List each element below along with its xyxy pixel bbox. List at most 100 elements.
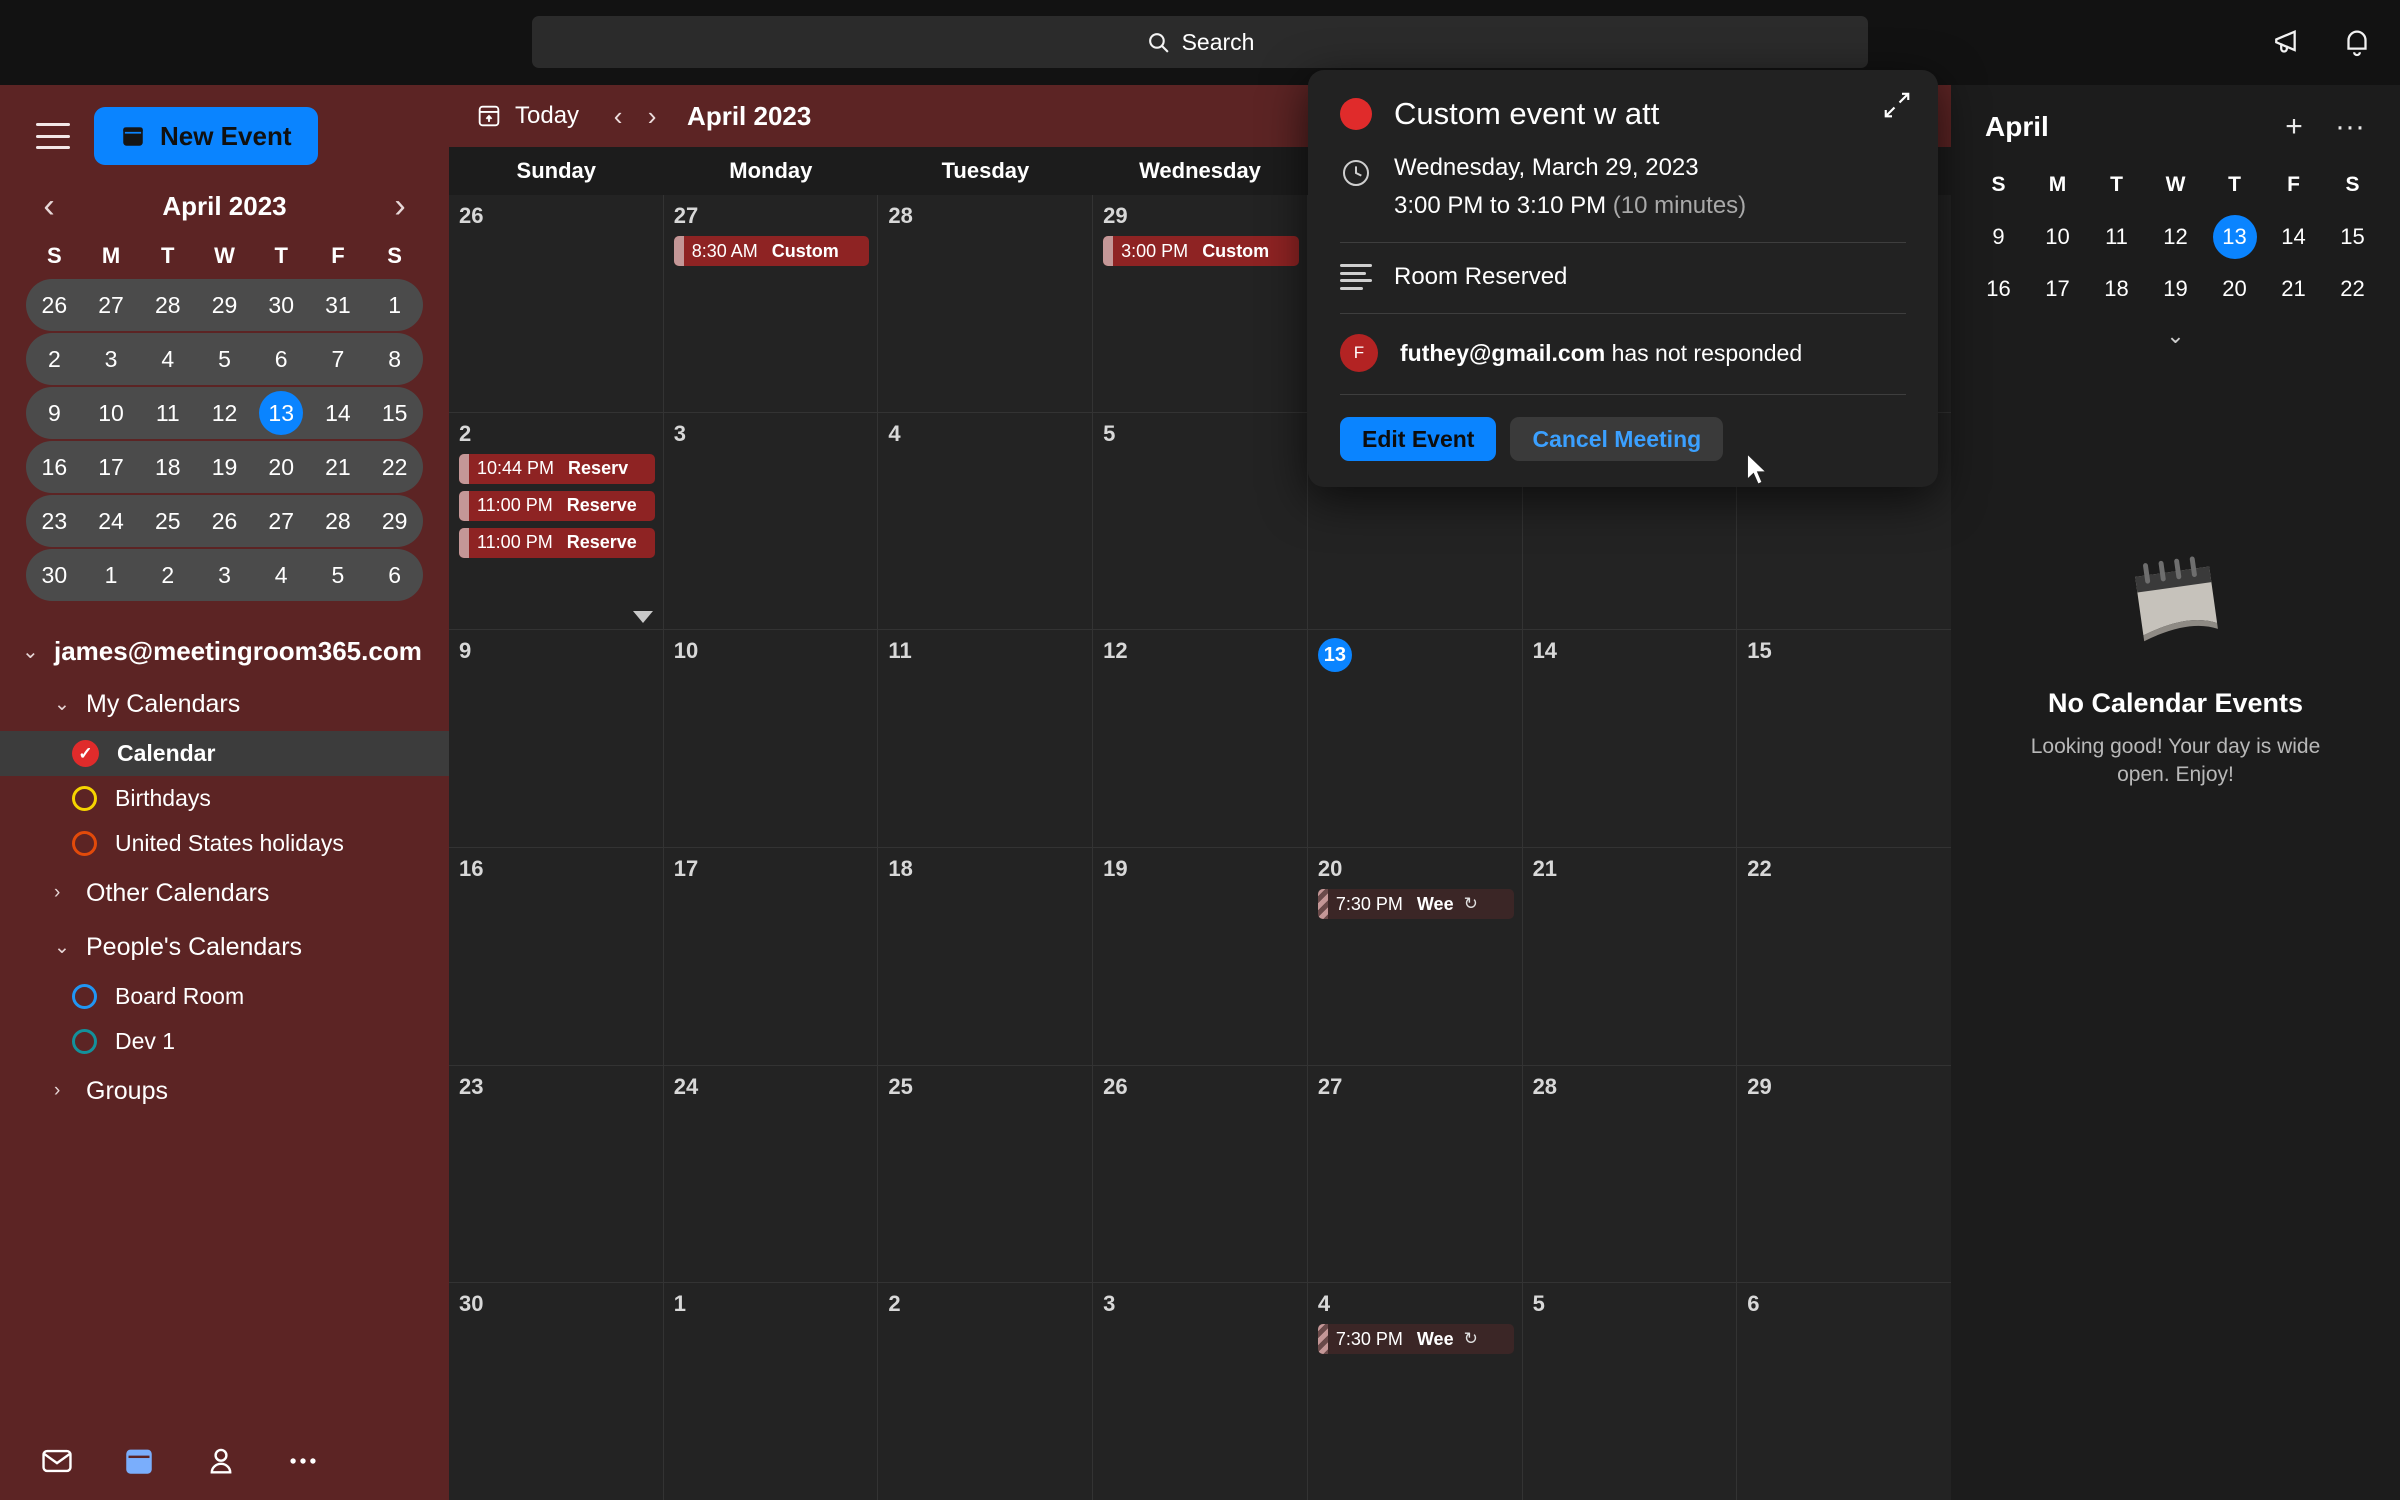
mini-day-cell[interactable]: 25 [139,495,196,547]
prev-month-button[interactable]: ‹ [605,101,631,132]
mini-day-cell[interactable]: 7 [310,333,367,385]
calendar-event[interactable]: 8:30 AM Custom [673,236,870,266]
mini-day-cell[interactable]: 31 [310,279,367,331]
mini-day-cell[interactable]: 28 [310,495,367,547]
day-cell[interactable]: 12 [1093,630,1307,847]
day-cell[interactable]: 22 [1737,848,1951,1065]
mini-day-cell[interactable]: 11 [139,387,196,439]
mini-day-cell[interactable]: 21 [310,441,367,493]
calendar-event[interactable]: 11:00 PM Reserve [459,490,655,521]
day-cell[interactable]: 17 [663,848,878,1065]
right-panel-day-cell[interactable]: 14 [2264,211,2323,263]
people-icon[interactable] [204,1444,238,1478]
day-cell[interactable]: 28 [1522,1065,1737,1283]
calendar-event[interactable]: 10:44 PM Reserv [459,453,655,484]
calendar-event[interactable]: 11:00 PM Reserve [459,527,655,558]
right-panel-day-cell[interactable]: 19 [2146,263,2205,315]
mini-day-cell[interactable]: 30 [26,549,83,601]
sidebar-item-calendar[interactable]: ✓ Calendar [0,731,449,776]
expand-calendar-button[interactable]: ⌄ [1951,323,2400,349]
right-panel-day-cell[interactable]: 15 [2323,211,2382,263]
day-cell[interactable]: 1 [663,1283,878,1500]
day-cell[interactable]: 13 [1307,630,1522,847]
today-button[interactable]: Today [475,102,579,130]
add-event-button[interactable]: + [2278,111,2310,143]
mini-day-cell[interactable]: 24 [83,495,140,547]
day-cell[interactable]: 25 [878,1065,1093,1283]
mini-day-cell[interactable]: 2 [139,549,196,601]
show-more-events-button[interactable] [632,611,653,624]
day-cell[interactable]: 29 3:00 PM Custom [1093,195,1307,412]
day-cell[interactable]: 15 [1737,630,1951,847]
right-panel-day-cell[interactable]: 21 [2264,263,2323,315]
mini-day-cell[interactable]: 1 [83,549,140,601]
mini-day-cell[interactable]: 29 [366,495,423,547]
mini-day-cell[interactable]: 13 [259,391,304,435]
more-options-icon[interactable] [286,1444,320,1478]
day-cell[interactable]: 5 [1522,1283,1737,1500]
right-panel-day-cell[interactable]: 18 [2087,263,2146,315]
mini-day-cell[interactable]: 1 [366,279,423,331]
day-cell[interactable]: 21 [1522,848,1737,1065]
sidebar-item-board-room[interactable]: Board Room [0,974,449,1019]
mini-day-cell[interactable]: 30 [253,279,310,331]
mini-next-month-button[interactable]: › [385,189,415,223]
right-panel-day-cell[interactable]: 13 [2212,215,2257,259]
sidebar-group-my-calendars[interactable]: ⌄ My Calendars [0,677,449,731]
mini-day-cell[interactable]: 4 [253,549,310,601]
account-row[interactable]: ⌄ james@meetingroom365.com [0,625,449,677]
mini-day-cell[interactable]: 26 [196,495,253,547]
day-cell[interactable]: 2 10:44 PM Reserv 11:00 PM Reserve 11:00 PM Re… [449,412,663,630]
mini-day-cell[interactable]: 5 [196,333,253,385]
day-cell[interactable]: 28 [878,195,1093,412]
calendar-event[interactable]: 7:30 PM Wee ↻ [1317,889,1514,919]
day-cell[interactable]: 30 [449,1283,663,1500]
mini-day-cell[interactable]: 12 [196,387,253,439]
new-event-button[interactable]: New Event [94,107,318,165]
mini-day-cell[interactable]: 27 [253,495,310,547]
mini-day-cell[interactable]: 2 [26,333,83,385]
mini-day-cell[interactable]: 6 [366,549,423,601]
day-cell[interactable]: 26 [1093,1065,1307,1283]
day-cell[interactable]: 23 [449,1065,663,1283]
mini-day-cell[interactable]: 23 [26,495,83,547]
mini-day-cell[interactable]: 3 [83,333,140,385]
mini-day-cell[interactable]: 28 [139,279,196,331]
day-cell[interactable]: 29 [1737,1065,1951,1283]
sidebar-item-dev-1[interactable]: Dev 1 [0,1019,449,1064]
more-options-icon[interactable]: ··· [2334,111,2366,143]
right-panel-day-cell[interactable]: 12 [2146,211,2205,263]
mini-day-cell[interactable]: 14 [310,387,367,439]
right-panel-day-cell[interactable]: 17 [2028,263,2087,315]
day-cell[interactable]: 20 7:30 PM Wee ↻ [1307,848,1522,1065]
mini-day-cell[interactable]: 9 [26,387,83,439]
day-cell[interactable]: 27 8:30 AM Custom [663,195,878,412]
right-panel-day-cell[interactable]: 11 [2087,211,2146,263]
day-cell[interactable]: 4 [878,412,1093,630]
notification-bell-icon[interactable] [2340,26,2374,60]
sidebar-group-people-s-calendars[interactable]: ⌄ People's Calendars [0,920,449,974]
day-cell[interactable]: 24 [663,1065,878,1283]
mini-day-cell[interactable]: 10 [83,387,140,439]
hamburger-menu-icon[interactable] [36,123,70,149]
mini-day-cell[interactable]: 5 [310,549,367,601]
day-cell[interactable]: 16 [449,848,663,1065]
mini-day-cell[interactable]: 15 [366,387,423,439]
mini-day-cell[interactable]: 16 [26,441,83,493]
mini-day-cell[interactable]: 26 [26,279,83,331]
day-cell[interactable]: 10 [663,630,878,847]
day-cell[interactable]: 6 [1737,1283,1951,1500]
mini-day-cell[interactable]: 6 [253,333,310,385]
mini-day-cell[interactable]: 17 [83,441,140,493]
next-month-button[interactable]: › [639,101,665,132]
mini-prev-month-button[interactable]: ‹ [34,189,64,223]
day-cell[interactable]: 14 [1522,630,1737,847]
right-panel-day-cell[interactable]: 22 [2323,263,2382,315]
cancel-meeting-button[interactable]: Cancel Meeting [1510,417,1724,461]
sidebar-item-united-states-holidays[interactable]: United States holidays [0,821,449,866]
day-cell[interactable]: 18 [878,848,1093,1065]
calendar-icon[interactable] [122,1444,156,1478]
day-cell[interactable]: 11 [878,630,1093,847]
mini-day-cell[interactable]: 3 [196,549,253,601]
mini-day-cell[interactable]: 8 [366,333,423,385]
